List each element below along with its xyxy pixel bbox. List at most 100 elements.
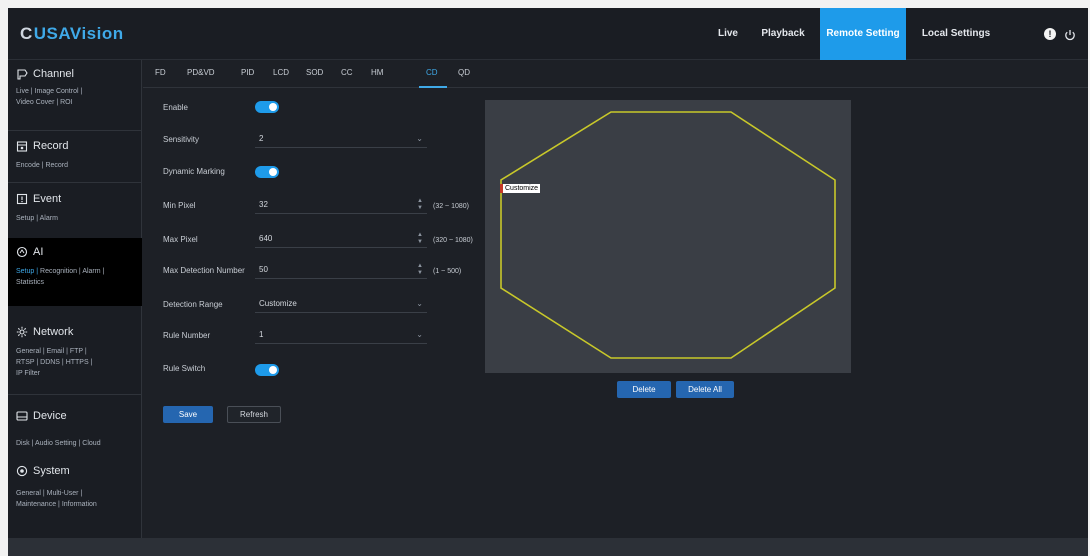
link-setup[interactable]: Setup | bbox=[16, 215, 38, 222]
rule-number-select[interactable]: 1 ⌄ bbox=[255, 326, 427, 344]
content-panel: FD PD&VD PID LCD SOD CC HM CD QD Enable … bbox=[143, 60, 1088, 538]
tab-fd[interactable]: FD bbox=[155, 68, 166, 77]
event-icon bbox=[16, 193, 28, 205]
sidebar-channel[interactable]: Channel bbox=[16, 68, 74, 80]
tab-pid[interactable]: PID bbox=[241, 68, 254, 77]
sidebar: Channel Live | Image Control | Video Cov… bbox=[8, 60, 142, 538]
link-https[interactable]: HTTPS | bbox=[66, 359, 93, 366]
tab-cd[interactable]: CD bbox=[426, 68, 438, 77]
bottom-bar bbox=[8, 538, 1088, 556]
enable-label: Enable bbox=[163, 103, 188, 112]
nav-playback[interactable]: Playback bbox=[753, 8, 813, 60]
sensitivity-label: Sensitivity bbox=[163, 135, 200, 144]
info-icon[interactable]: ! bbox=[1044, 28, 1056, 40]
delete-all-button[interactable]: Delete All bbox=[676, 381, 734, 398]
link-ddns[interactable]: DDNS | bbox=[40, 359, 64, 366]
power-icon[interactable] bbox=[1064, 28, 1076, 41]
tab-qd[interactable]: QD bbox=[458, 68, 470, 77]
stepper-icon[interactable]: ▲ ▼ bbox=[417, 232, 423, 246]
nav-local-settings[interactable]: Local Settings bbox=[916, 8, 996, 60]
sidebar-ai[interactable]: AI bbox=[16, 246, 43, 258]
link-network-general[interactable]: General | bbox=[16, 348, 45, 355]
sidebar-record[interactable]: Record bbox=[16, 140, 68, 152]
detection-region[interactable] bbox=[485, 100, 851, 373]
link-recognition[interactable]: Recognition | bbox=[40, 268, 81, 275]
tab-lcd[interactable]: LCD bbox=[273, 68, 289, 77]
sidebar-event-links: Setup | Alarm bbox=[16, 213, 138, 224]
system-icon bbox=[16, 465, 28, 477]
ai-icon bbox=[16, 246, 28, 258]
link-audio-setting[interactable]: Audio Setting | bbox=[35, 440, 80, 447]
link-multi-user[interactable]: Multi-User | bbox=[47, 490, 83, 497]
sidebar-network[interactable]: Network bbox=[16, 326, 73, 338]
link-alarm[interactable]: Alarm bbox=[40, 215, 58, 222]
tab-pdvd[interactable]: PD&VD bbox=[187, 68, 215, 77]
brand-logo: CUSAVision bbox=[20, 24, 124, 44]
top-right-icons: ! bbox=[1044, 28, 1076, 41]
active-tab-indicator bbox=[419, 86, 447, 88]
link-statistics[interactable]: Statistics bbox=[16, 279, 44, 286]
link-live[interactable]: Live | bbox=[16, 88, 33, 95]
sidebar-channel-links: Live | Image Control | Video Cover | ROI bbox=[16, 86, 138, 108]
nav-live[interactable]: Live bbox=[708, 8, 748, 60]
stepper-icon[interactable]: ▲ ▼ bbox=[417, 263, 423, 277]
refresh-button[interactable]: Refresh bbox=[227, 406, 281, 423]
link-email[interactable]: Email | bbox=[47, 348, 68, 355]
link-roi[interactable]: ROI bbox=[60, 99, 72, 106]
enable-toggle[interactable] bbox=[255, 101, 279, 113]
link-record[interactable]: Record bbox=[45, 162, 68, 169]
rule-switch-toggle[interactable] bbox=[255, 364, 279, 376]
link-rtsp[interactable]: RTSP | bbox=[16, 359, 38, 366]
nav-remote-setting[interactable]: Remote Setting bbox=[820, 8, 906, 60]
sidebar-network-links: General | Email | FTP | RTSP | DDNS | HT… bbox=[16, 346, 138, 379]
divider bbox=[8, 394, 142, 395]
record-icon bbox=[16, 141, 28, 152]
link-disk[interactable]: Disk | bbox=[16, 440, 33, 447]
dynamic-marking-label: Dynamic Marking bbox=[163, 167, 225, 176]
save-button[interactable]: Save bbox=[163, 406, 213, 423]
logo-text: USAVision bbox=[33, 24, 124, 43]
min-pixel-range: (32 ~ 1080) bbox=[433, 203, 469, 210]
link-video-cover[interactable]: Video Cover | bbox=[16, 99, 58, 106]
link-information[interactable]: Information bbox=[62, 501, 97, 508]
min-pixel-label: Min Pixel bbox=[163, 201, 196, 210]
min-pixel-input[interactable]: 32 ▲ ▼ bbox=[255, 196, 427, 214]
tab-hm[interactable]: HM bbox=[371, 68, 383, 77]
chevron-down-icon: ⌄ bbox=[416, 134, 423, 143]
dynamic-marking-toggle[interactable] bbox=[255, 166, 279, 178]
tab-cc[interactable]: CC bbox=[341, 68, 353, 77]
delete-button[interactable]: Delete bbox=[617, 381, 671, 398]
sidebar-ai-links: Setup | Recognition | Alarm | Statistics bbox=[16, 266, 138, 288]
link-image-control[interactable]: Image Control | bbox=[35, 88, 83, 95]
link-ip-filter[interactable]: IP Filter bbox=[16, 370, 40, 377]
max-detection-input[interactable]: 50 ▲ ▼ bbox=[255, 261, 427, 279]
link-ftp[interactable]: FTP | bbox=[70, 348, 87, 355]
link-ai-setup[interactable]: Setup | bbox=[16, 268, 38, 275]
link-encode[interactable]: Encode | bbox=[16, 162, 44, 169]
detection-range-select[interactable]: Customize ⌄ bbox=[255, 295, 427, 313]
max-pixel-input[interactable]: 640 ▲ ▼ bbox=[255, 230, 427, 248]
sidebar-system-label: System bbox=[33, 465, 70, 477]
stepper-icon[interactable]: ▲ ▼ bbox=[417, 198, 423, 212]
sidebar-device[interactable]: Device bbox=[16, 410, 67, 422]
link-maintenance[interactable]: Maintenance | bbox=[16, 501, 60, 508]
max-detection-value: 50 bbox=[259, 265, 268, 274]
sidebar-record-links: Encode | Record bbox=[16, 160, 138, 171]
max-pixel-label: Max Pixel bbox=[163, 235, 198, 244]
divider bbox=[8, 182, 142, 183]
rule-number-value: 1 bbox=[259, 330, 264, 339]
link-cloud[interactable]: Cloud bbox=[82, 440, 100, 447]
link-ai-alarm[interactable]: Alarm | bbox=[82, 268, 104, 275]
divider bbox=[8, 130, 142, 131]
sensitivity-select[interactable]: 2 ⌄ bbox=[255, 130, 427, 148]
sidebar-event[interactable]: Event bbox=[16, 193, 61, 205]
sidebar-device-links: Disk | Audio Setting | Cloud bbox=[16, 438, 138, 449]
chevron-down-icon: ⌄ bbox=[416, 330, 423, 339]
tab-sod[interactable]: SOD bbox=[306, 68, 323, 77]
link-system-general[interactable]: General | bbox=[16, 490, 45, 497]
function-tabs: FD PD&VD PID LCD SOD CC HM CD QD bbox=[143, 60, 1088, 88]
video-preview[interactable]: Customize bbox=[485, 100, 851, 373]
logo-mark: C bbox=[20, 24, 33, 43]
sidebar-system[interactable]: System bbox=[16, 465, 70, 477]
top-bar: CUSAVision Live Playback Remote Setting … bbox=[8, 8, 1088, 60]
